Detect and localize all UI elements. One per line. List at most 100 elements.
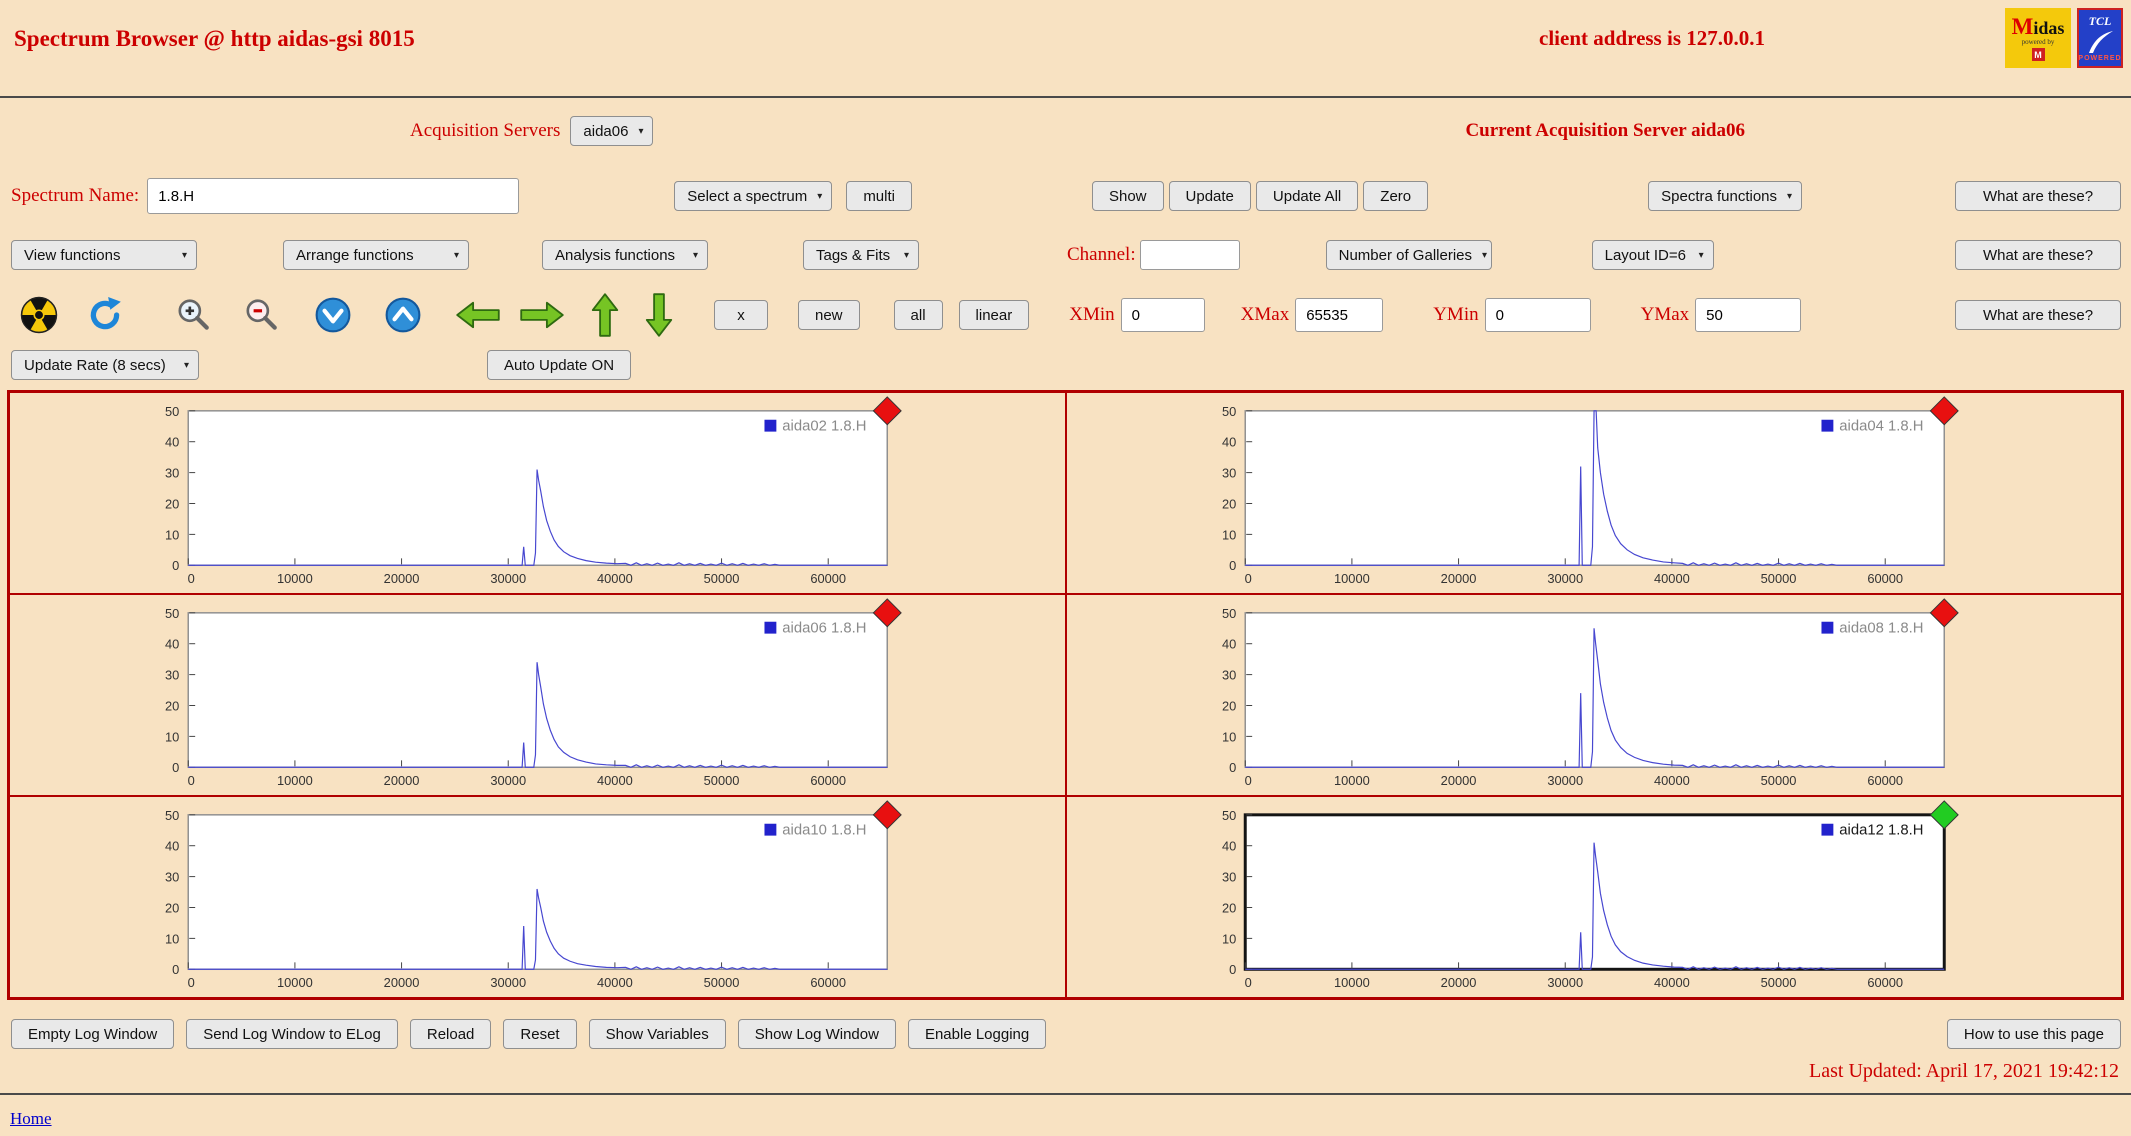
circle-arrow-up-icon[interactable] (384, 296, 422, 334)
x-tick-label: 30000 (1547, 975, 1583, 990)
spectrum-panel-aida08[interactable]: 0 10 20 30 40 50 0 10000 20000 30000 40000 50000 600… (1065, 594, 2122, 796)
x-tick-label: 10000 (1334, 975, 1370, 990)
functions-row: View functions ▾ Arrange functions ▾ Ana… (0, 236, 2131, 274)
channel-input[interactable] (1139, 240, 1240, 270)
x-tick-label: 10000 (277, 571, 313, 586)
ymin-label: YMin (1433, 304, 1479, 325)
show-variables-button[interactable]: Show Variables (588, 1019, 726, 1049)
zoom-out-icon[interactable] (242, 296, 280, 334)
midas-chip-icon: M (2031, 48, 2045, 61)
tags-fits-dropdown[interactable]: Tags & Fits ▾ (803, 240, 919, 270)
update-all-button[interactable]: Update All (1255, 181, 1359, 211)
how-to-use-button[interactable]: How to use this page (1946, 1019, 2121, 1049)
spectrum-panel-aida04[interactable]: 0 10 20 30 40 50 0 10000 20000 30000 40000 50000 600… (1065, 392, 2122, 594)
number-of-galleries-dropdown[interactable]: Number of Galleries ▾ (1325, 240, 1492, 270)
home-link[interactable]: Home (10, 1109, 52, 1129)
update-rate-value: Update Rate (8 secs) (24, 356, 166, 374)
arrange-functions-dropdown[interactable]: Arrange functions ▾ (283, 240, 469, 270)
tcl-powered-logo[interactable]: TCL POWERED (2077, 8, 2123, 68)
spectrum-panel-aida12[interactable]: 0 10 20 30 40 50 0 10000 20000 30000 40000 50000 600… (1065, 796, 2122, 998)
update-rate-dropdown[interactable]: Update Rate (8 secs) ▾ (11, 350, 199, 380)
xmin-input[interactable] (1120, 298, 1205, 332)
tcl-powered-text: POWERED (2078, 55, 2122, 62)
spectrum-panel-aida06[interactable]: 0 10 20 30 40 50 0 10000 20000 30000 40000 50000 600… (9, 594, 1066, 796)
empty-log-window-button[interactable]: Empty Log Window (11, 1019, 175, 1049)
circle-arrow-down-icon[interactable] (314, 296, 352, 334)
y-tick-label: 10 (1222, 729, 1236, 744)
midas-logo[interactable]: Midas powered by M (2005, 8, 2071, 68)
show-log-window-button[interactable]: Show Log Window (737, 1019, 896, 1049)
send-log-to-elog-button[interactable]: Send Log Window to ELog (186, 1019, 398, 1049)
tags-fits-value: Tags & Fits (816, 246, 891, 264)
y-tick-label: 0 (172, 962, 179, 977)
analysis-functions-dropdown[interactable]: Analysis functions ▾ (542, 240, 708, 270)
tcl-feather-icon (2089, 31, 2113, 53)
auto-update-button[interactable]: Auto Update ON (487, 350, 632, 380)
ymin-input[interactable] (1484, 298, 1591, 332)
multi-button[interactable]: multi (846, 181, 912, 211)
legend-label: aida12 1.8.H (1839, 823, 1923, 839)
y-tick-label: 10 (165, 527, 179, 542)
ymax-input[interactable] (1695, 298, 1802, 332)
y-tick-label: 30 (1222, 668, 1236, 683)
acquisition-server-select[interactable]: aida06 ▾ (570, 116, 654, 146)
what-are-these-button-2[interactable]: What are these? (1955, 240, 2121, 270)
analysis-functions-value: Analysis functions (555, 246, 676, 264)
xmax-input[interactable] (1295, 298, 1384, 332)
what-are-these-button-3[interactable]: What are these? (1955, 300, 2121, 330)
x-tick-label: 20000 (384, 571, 420, 586)
y-tick-label: 30 (165, 668, 179, 683)
x-tick-label: 60000 (810, 975, 846, 990)
x-tick-label: 60000 (1867, 571, 1903, 586)
chevron-down-icon: ▾ (638, 125, 644, 137)
all-button[interactable]: all (893, 300, 943, 330)
spectrum-chart-aida08: 0 10 20 30 40 50 0 10000 20000 30000 40000 50000 600… (1222, 598, 1959, 788)
spectrum-panel-aida10[interactable]: 0 10 20 30 40 50 0 10000 20000 30000 40000 50000 600… (9, 796, 1066, 998)
zero-button[interactable]: Zero (1363, 181, 1429, 211)
y-tick-label: 0 (1229, 760, 1236, 775)
legend-swatch (764, 823, 777, 836)
reload-button[interactable]: Reload (409, 1019, 492, 1049)
acquisition-servers-label: Acquisition Servers (410, 120, 561, 141)
acquisition-row: Acquisition Servers aida06 ▾ Current Acq… (0, 110, 2131, 152)
spectra-functions-dropdown[interactable]: Spectra functions ▾ (1648, 181, 1803, 211)
arrow-right-icon[interactable] (520, 300, 564, 330)
arrow-up-icon[interactable] (590, 293, 620, 337)
what-are-these-button-1[interactable]: What are these? (1955, 181, 2121, 211)
view-functions-dropdown[interactable]: View functions ▾ (11, 240, 197, 270)
x-axis-button[interactable]: x (714, 300, 768, 330)
zoom-in-icon[interactable] (174, 296, 212, 334)
x-tick-label: 50000 (1760, 571, 1796, 586)
tcl-logo-text: TCL (2088, 14, 2112, 28)
update-button[interactable]: Update (1168, 181, 1251, 211)
linear-button[interactable]: linear (958, 300, 1030, 330)
spectrum-name-label: Spectrum Name: (11, 185, 140, 206)
spectrum-chart-aida12: 0 10 20 30 40 50 0 10000 20000 30000 40000 50000 600… (1222, 800, 1959, 990)
arrow-down-icon[interactable] (644, 293, 674, 337)
x-tick-label: 40000 (597, 773, 633, 788)
midas-powered-by-text: powered by (2021, 38, 2055, 46)
chevron-down-icon: ▾ (1787, 190, 1793, 202)
x-tick-label: 30000 (490, 773, 526, 788)
arrange-functions-value: Arrange functions (296, 246, 414, 264)
spectrum-name-input[interactable] (147, 178, 520, 214)
x-tick-label: 50000 (1760, 975, 1796, 990)
reset-button[interactable]: Reset (503, 1019, 577, 1049)
y-tick-label: 20 (165, 698, 179, 713)
layout-id-dropdown[interactable]: Layout ID=6 ▾ (1591, 240, 1714, 270)
enable-logging-button[interactable]: Enable Logging (907, 1019, 1047, 1049)
legend-label: aida08 1.8.H (1839, 621, 1923, 637)
new-button[interactable]: new (798, 300, 860, 330)
show-button[interactable]: Show (1091, 181, 1164, 211)
y-tick-label: 10 (165, 729, 179, 744)
arrow-left-icon[interactable] (456, 300, 500, 330)
spectrum-panel-aida02[interactable]: 0 10 20 30 40 50 0 10000 20000 30000 40000 50000 600… (9, 392, 1066, 594)
x-tick-label: 30000 (1547, 571, 1583, 586)
spectrum-chart-aida02: 0 10 20 30 40 50 0 10000 20000 30000 40000 50000 600… (165, 396, 902, 586)
refresh-icon[interactable] (86, 296, 124, 334)
x-tick-label: 20000 (384, 975, 420, 990)
spectrum-gallery: 0 10 20 30 40 50 0 10000 20000 30000 40000 50000 600… (7, 390, 2124, 1000)
select-spectrum-dropdown[interactable]: Select a spectrum ▾ (674, 181, 833, 211)
header-divider (0, 96, 2131, 98)
radiation-icon[interactable] (20, 296, 58, 334)
